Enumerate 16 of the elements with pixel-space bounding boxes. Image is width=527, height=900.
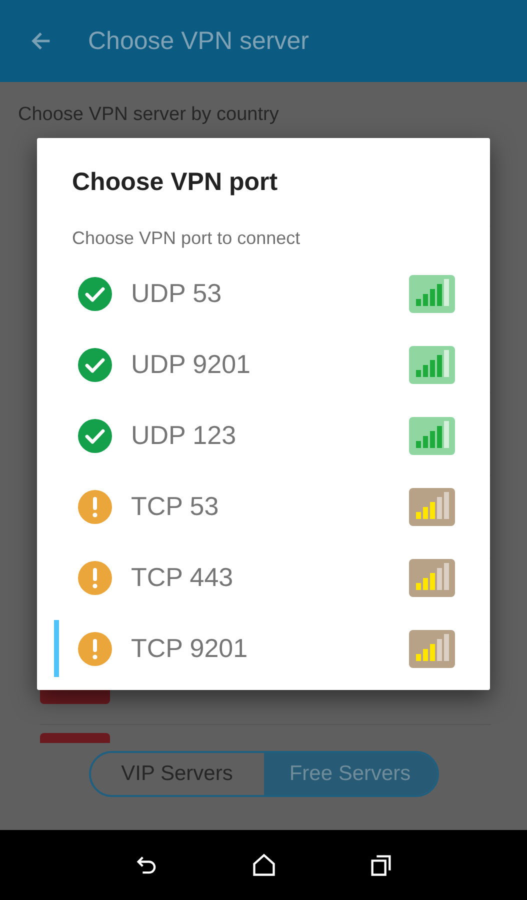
signal-strength-icon <box>409 416 455 454</box>
signal-strength-icon <box>409 558 455 596</box>
home-icon[interactable] <box>250 852 276 878</box>
dialog-message: Choose VPN port to connect <box>72 227 302 250</box>
port-option[interactable]: UDP 9201 <box>54 329 455 400</box>
signal-strength-icon <box>409 630 455 668</box>
port-option[interactable]: TCP 53 <box>54 471 455 542</box>
port-option[interactable]: UDP 123 <box>54 400 455 471</box>
app-bar-title: Choose VPN server <box>88 26 309 56</box>
dialog-title: Choose VPN port <box>72 168 279 198</box>
port-option[interactable]: UDP 53 <box>54 258 455 329</box>
section-subtitle: Choose VPN server by country <box>17 103 280 126</box>
signal-strength-icon <box>409 346 455 384</box>
port-option[interactable]: TCP 443 <box>54 542 455 613</box>
signal-strength-icon <box>409 488 455 526</box>
signal-strength-icon <box>409 274 455 312</box>
